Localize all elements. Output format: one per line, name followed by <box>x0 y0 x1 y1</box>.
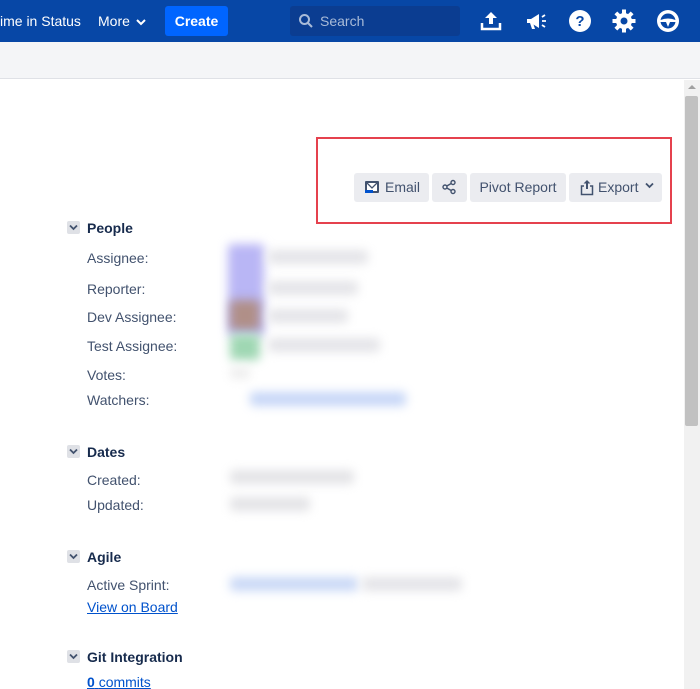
megaphone-icon[interactable] <box>523 8 549 34</box>
view-on-board-link[interactable]: View on Board <box>87 599 178 615</box>
commits-count: 0 <box>87 674 95 689</box>
scroll-up-arrow-icon[interactable] <box>684 80 700 94</box>
redacted-value <box>230 497 310 511</box>
search-input[interactable] <box>320 6 455 36</box>
commits-label: commits <box>98 674 151 689</box>
chevron-down-icon <box>136 19 146 26</box>
share-button[interactable] <box>432 173 467 202</box>
share-icon <box>442 179 456 195</box>
nav-item-time-in-status[interactable]: ime in Status <box>0 0 81 42</box>
agile-section-title: Agile <box>87 549 122 565</box>
redacted-link <box>250 392 406 406</box>
export-label: Export <box>598 179 639 195</box>
dates-toggle[interactable] <box>67 445 80 458</box>
people-section-title: People <box>87 220 133 236</box>
search-box[interactable] <box>290 6 460 36</box>
nav-more-label: More <box>98 13 130 29</box>
git-integration-toggle[interactable] <box>67 650 80 663</box>
top-nav-bar: ime in Status More Create ? <box>0 0 700 42</box>
scrollbar-thumb[interactable] <box>685 96 698 426</box>
updated-label: Updated: <box>87 497 144 513</box>
redacted-value <box>230 470 354 484</box>
redacted-value <box>362 577 462 591</box>
git-integration-section-title: Git Integration <box>87 649 183 665</box>
nav-more-menu[interactable]: More <box>98 0 146 42</box>
chevron-down-icon <box>645 182 654 189</box>
votes-label: Votes: <box>87 367 126 383</box>
created-label: Created: <box>87 472 141 488</box>
mail-icon <box>365 181 379 193</box>
redacted-link <box>230 577 358 591</box>
active-sprint-label: Active Sprint: <box>87 577 170 593</box>
sub-header <box>0 42 700 79</box>
chevron-down-icon <box>69 653 78 660</box>
help-icon[interactable]: ? <box>567 8 593 34</box>
settings-icon[interactable] <box>611 8 637 34</box>
assignee-label: Assignee: <box>87 250 149 266</box>
dates-section-title: Dates <box>87 444 126 460</box>
watchers-label: Watchers: <box>87 392 150 408</box>
create-button[interactable]: Create <box>165 6 228 36</box>
upload-icon[interactable] <box>478 8 504 34</box>
search-icon <box>299 14 313 28</box>
email-label: Email <box>385 179 421 195</box>
people-toggle[interactable] <box>67 221 80 234</box>
commits-link[interactable]: 0 commits <box>87 674 151 689</box>
redacted-value <box>268 309 348 323</box>
svg-text:?: ? <box>575 13 584 30</box>
redacted-value <box>268 281 358 295</box>
test-assignee-label: Test Assignee: <box>87 338 178 354</box>
redacted-value <box>268 250 368 264</box>
agile-toggle[interactable] <box>67 550 80 563</box>
reporter-label: Reporter: <box>87 281 146 297</box>
pivot-report-button[interactable]: Pivot Report <box>470 173 566 202</box>
steering-wheel-icon[interactable] <box>655 8 681 34</box>
email-button[interactable]: Email <box>354 173 429 202</box>
avatar <box>230 300 260 330</box>
avatar <box>230 334 260 360</box>
dev-assignee-label: Dev Assignee: <box>87 309 177 325</box>
redacted-value <box>268 338 380 352</box>
chevron-down-icon <box>69 224 78 231</box>
chevron-down-icon <box>69 553 78 560</box>
redacted-value <box>230 367 250 379</box>
chevron-down-icon <box>69 448 78 455</box>
export-button[interactable]: Export <box>569 173 662 202</box>
export-icon <box>580 180 594 196</box>
